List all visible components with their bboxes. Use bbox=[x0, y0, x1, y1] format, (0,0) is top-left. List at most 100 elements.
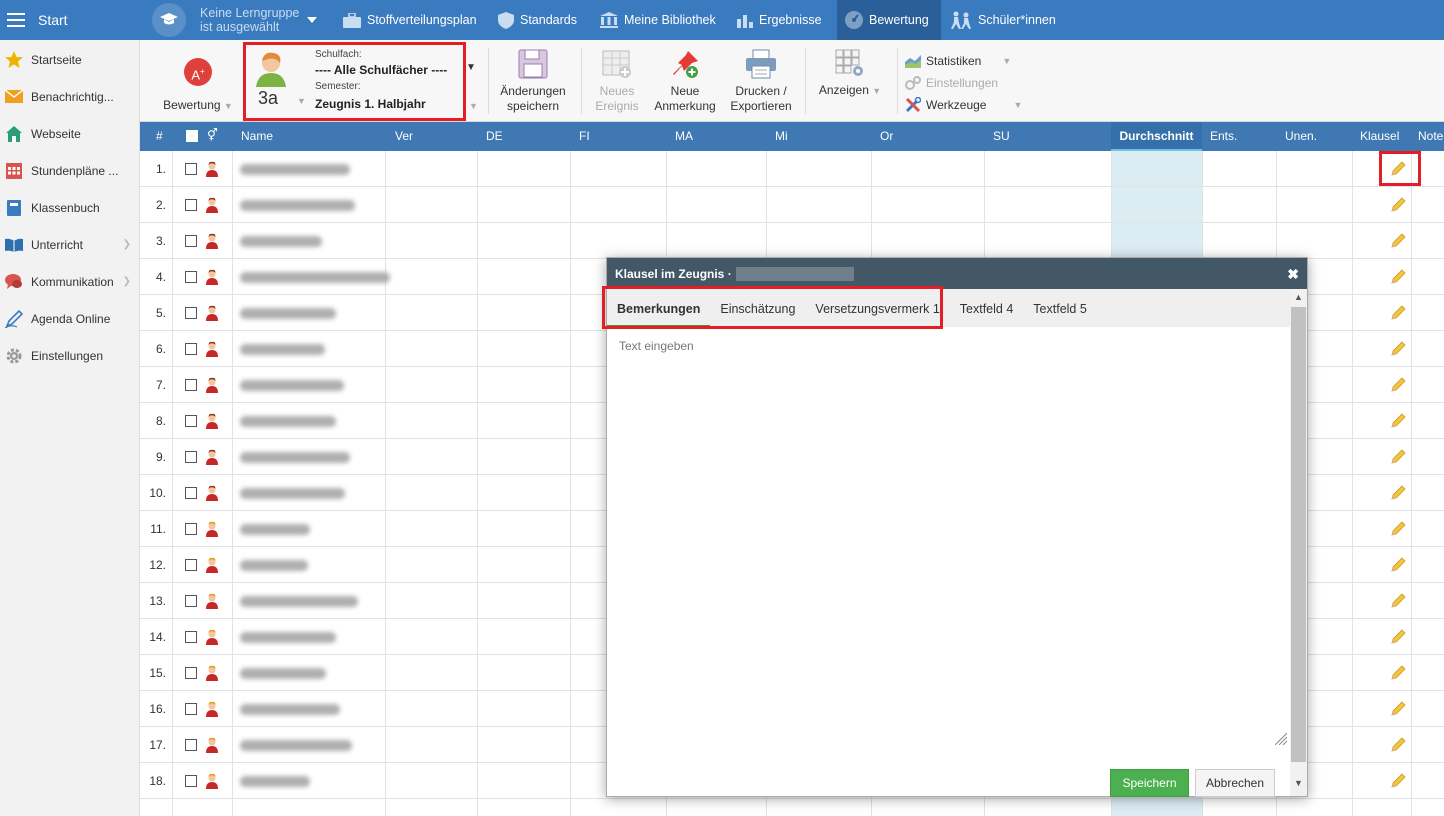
semester-value[interactable]: Zeugnis 1. Halbjahr bbox=[315, 97, 426, 111]
redacted-student-name[interactable] bbox=[240, 488, 345, 499]
col-header-mi[interactable]: Mi bbox=[775, 122, 788, 151]
redacted-student-name[interactable] bbox=[240, 596, 358, 607]
edit-pencil-icon[interactable] bbox=[1390, 701, 1406, 717]
tab-textfeld-4[interactable]: Textfeld 4 bbox=[950, 289, 1024, 327]
redacted-student-name[interactable] bbox=[240, 164, 350, 175]
nav-meine-bibliothek[interactable]: Meine Bibliothek bbox=[592, 0, 724, 40]
redacted-student-name[interactable] bbox=[240, 632, 336, 643]
tab-versetzungsvermerk[interactable]: Versetzungsvermerk 1 bbox=[805, 289, 949, 327]
schulfach-value[interactable]: ---- Alle Schulfächer ---- bbox=[315, 63, 447, 77]
redacted-student-name[interactable] bbox=[240, 416, 336, 427]
tab-einschaetzung[interactable]: Einschätzung bbox=[710, 289, 805, 327]
redacted-student-name[interactable] bbox=[240, 308, 336, 319]
redacted-student-name[interactable] bbox=[240, 344, 325, 355]
sidebar-item-unterricht[interactable]: Unterricht ❯ bbox=[0, 226, 139, 263]
col-header-ents[interactable]: Ents. bbox=[1210, 122, 1237, 151]
redacted-student-name[interactable] bbox=[240, 776, 310, 787]
comment-textarea[interactable]: Text eingeben bbox=[607, 327, 1291, 747]
col-header-de[interactable]: DE bbox=[486, 122, 503, 151]
row-checkbox[interactable] bbox=[185, 163, 197, 175]
sidebar-item-kommunikation[interactable]: Kommunikation ❯ bbox=[0, 263, 139, 300]
col-header-unen[interactable]: Unen. bbox=[1285, 122, 1317, 151]
scrollbar-thumb[interactable] bbox=[1291, 307, 1306, 762]
col-header-or[interactable]: Or bbox=[880, 122, 893, 151]
edit-pencil-icon[interactable] bbox=[1390, 269, 1406, 285]
nav-stoffverteilungsplan[interactable]: Stoffverteilungsplan bbox=[335, 0, 485, 40]
edit-pencil-icon[interactable] bbox=[1390, 233, 1406, 249]
edit-pencil-icon[interactable] bbox=[1390, 737, 1406, 753]
sidebar-item-stundenplaene[interactable]: Stundenpläne ... bbox=[0, 152, 139, 189]
new-event-button[interactable]: Neues Ereignis bbox=[586, 40, 648, 122]
redacted-student-name[interactable] bbox=[240, 236, 322, 247]
schulfach-dropdown-icon[interactable]: ▼ bbox=[466, 62, 476, 73]
sidebar-item-klassenbuch[interactable]: Klassenbuch bbox=[0, 189, 139, 226]
row-checkbox[interactable] bbox=[185, 595, 197, 607]
sidebar-item-einstellungen[interactable]: Einstellungen bbox=[0, 337, 139, 374]
col-header-fi[interactable]: FI bbox=[579, 122, 590, 151]
col-header-su[interactable]: SU bbox=[993, 122, 1010, 151]
row-checkbox[interactable] bbox=[185, 343, 197, 355]
col-header-num[interactable]: # bbox=[156, 122, 163, 151]
row-checkbox[interactable] bbox=[185, 523, 197, 535]
sidebar-item-startseite[interactable]: Startseite bbox=[0, 41, 139, 78]
edit-pencil-icon[interactable] bbox=[1390, 593, 1406, 609]
learning-group-selector[interactable]: Keine Lerngruppe ist ausgewählt bbox=[152, 3, 318, 37]
edit-pencil-icon[interactable] bbox=[1390, 305, 1406, 321]
edit-pencil-icon[interactable] bbox=[1390, 161, 1406, 177]
row-checkbox[interactable] bbox=[185, 631, 197, 643]
save-changes-button[interactable]: Änderungen speichern bbox=[492, 40, 574, 122]
row-checkbox[interactable] bbox=[185, 703, 197, 715]
dialog-scrollbar[interactable]: ▲ ▼ bbox=[1290, 289, 1307, 796]
col-header-klausel[interactable]: Klausel bbox=[1360, 122, 1399, 151]
save-button[interactable]: Speichern bbox=[1110, 769, 1189, 797]
col-header-note[interactable]: Note bbox=[1418, 122, 1443, 151]
edit-pencil-icon[interactable] bbox=[1390, 521, 1406, 537]
sidebar-item-benachrichtigungen[interactable]: Benachrichtig... bbox=[0, 78, 139, 115]
redacted-student-name[interactable] bbox=[240, 668, 326, 679]
tab-bemerkungen[interactable]: Bemerkungen bbox=[607, 289, 711, 327]
redacted-student-name[interactable] bbox=[240, 524, 310, 535]
row-checkbox[interactable] bbox=[185, 307, 197, 319]
sidebar-item-webseite[interactable]: Webseite bbox=[0, 115, 139, 152]
nav-bewertung[interactable]: Bewertung bbox=[837, 0, 941, 40]
anzeigen-menu-button[interactable]: Anzeigen ▼ bbox=[810, 40, 890, 122]
scroll-down-icon[interactable]: ▼ bbox=[1294, 778, 1303, 788]
close-icon[interactable]: ✖ bbox=[1287, 266, 1299, 283]
row-checkbox[interactable] bbox=[185, 199, 197, 211]
print-export-button[interactable]: Drucken / Exportieren bbox=[723, 40, 799, 122]
edit-pencil-icon[interactable] bbox=[1390, 665, 1406, 681]
werkzeuge-menu[interactable]: Werkzeuge ▼ bbox=[905, 94, 1022, 116]
edit-pencil-icon[interactable] bbox=[1390, 341, 1406, 357]
col-header-durchschnitt[interactable]: Durchschnitt bbox=[1111, 122, 1202, 151]
edit-pencil-icon[interactable] bbox=[1390, 449, 1406, 465]
redacted-student-name[interactable] bbox=[240, 452, 350, 463]
sidebar-item-agenda-online[interactable]: Agenda Online bbox=[0, 300, 139, 337]
row-checkbox[interactable] bbox=[185, 235, 197, 247]
col-header-name[interactable]: Name bbox=[241, 122, 273, 151]
edit-pencil-icon[interactable] bbox=[1390, 197, 1406, 213]
new-note-button[interactable]: Neue Anmerkung bbox=[650, 40, 720, 122]
row-checkbox[interactable] bbox=[185, 667, 197, 679]
redacted-student-name[interactable] bbox=[240, 380, 344, 391]
cancel-button[interactable]: Abbrechen bbox=[1195, 769, 1275, 797]
edit-pencil-icon[interactable] bbox=[1390, 413, 1406, 429]
edit-pencil-icon[interactable] bbox=[1390, 629, 1406, 645]
col-header-ma[interactable]: MA bbox=[675, 122, 693, 151]
redacted-student-name[interactable] bbox=[240, 560, 308, 571]
nav-standards[interactable]: Standards bbox=[490, 0, 585, 40]
row-checkbox[interactable] bbox=[185, 487, 197, 499]
redacted-student-name[interactable] bbox=[240, 200, 355, 211]
row-checkbox[interactable] bbox=[185, 559, 197, 571]
edit-pencil-icon[interactable] bbox=[1390, 485, 1406, 501]
bewertung-menu-button[interactable]: A+ Bewertung ▼ bbox=[158, 40, 238, 122]
row-checkbox[interactable] bbox=[185, 739, 197, 751]
select-all-checkbox[interactable] bbox=[186, 130, 198, 142]
row-checkbox[interactable] bbox=[185, 451, 197, 463]
edit-pencil-icon[interactable] bbox=[1390, 377, 1406, 393]
edit-pencil-icon[interactable] bbox=[1390, 557, 1406, 573]
scroll-up-icon[interactable]: ▲ bbox=[1294, 292, 1303, 302]
col-header-ver[interactable]: Ver bbox=[395, 122, 413, 151]
edit-pencil-icon[interactable] bbox=[1390, 773, 1406, 789]
row-checkbox[interactable] bbox=[185, 415, 197, 427]
redacted-student-name[interactable] bbox=[240, 704, 340, 715]
